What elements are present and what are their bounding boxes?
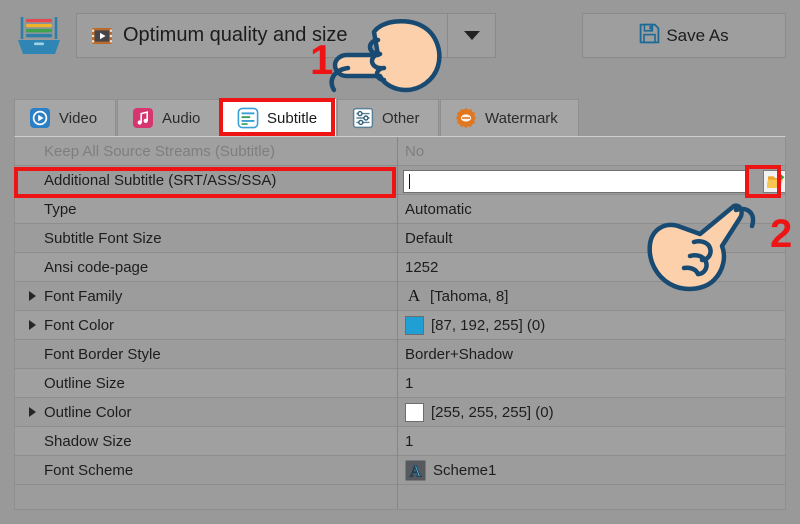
property-name-cell: Type xyxy=(15,195,397,223)
property-value-cell[interactable]: No xyxy=(397,137,785,165)
property-name-cell: Font Family xyxy=(15,282,397,310)
tab-other-label: Other xyxy=(382,109,420,127)
watermark-badge-icon xyxy=(455,107,477,129)
toolbar: Optimum quality and size Save As xyxy=(0,0,800,72)
table-row[interactable]: Outline Size 1 xyxy=(15,369,785,398)
property-value: 1252 xyxy=(405,258,439,276)
tab-video[interactable]: Video xyxy=(14,99,116,136)
preset-dropdown[interactable]: Optimum quality and size xyxy=(76,13,496,58)
property-label: Type xyxy=(44,200,77,218)
browse-subtitle-file-button[interactable] xyxy=(763,170,785,193)
table-row[interactable]: Font Border Style Border+Shadow xyxy=(15,340,785,369)
table-row[interactable]: Font Scheme A Scheme1 xyxy=(15,456,785,485)
property-name-cell: Font Color xyxy=(15,311,397,339)
preset-dropdown-arrow[interactable] xyxy=(447,14,495,57)
tab-subtitle-label: Subtitle xyxy=(267,109,318,127)
property-label: Subtitle Font Size xyxy=(44,229,162,247)
tab-bar: Video Audio Subtitle Other Watermark xyxy=(14,99,786,136)
property-name-cell: Outline Size xyxy=(15,369,397,397)
table-row[interactable]: Font Family A [Tahoma, 8] xyxy=(15,282,785,311)
table-row[interactable]: Type Automatic xyxy=(15,195,785,224)
property-name-cell: Subtitle Font Size xyxy=(15,224,397,252)
property-value: No xyxy=(405,142,425,160)
property-label: Font Family xyxy=(44,287,123,305)
property-value-cell[interactable]: 1 xyxy=(397,369,785,397)
property-label: Outline Size xyxy=(44,374,125,392)
property-value: 1 xyxy=(405,374,414,392)
property-value-cell[interactable]: Border+Shadow xyxy=(397,340,785,368)
music-note-icon xyxy=(132,107,154,129)
tab-watermark-label: Watermark xyxy=(485,109,558,127)
property-label: Additional Subtitle (SRT/ASS/SSA) xyxy=(44,171,277,189)
expand-arrow-icon[interactable] xyxy=(29,407,36,417)
chevron-down-icon xyxy=(463,31,480,40)
property-name-cell: Keep All Source Streams (Subtitle) xyxy=(15,137,397,165)
property-value-cell[interactable]: Automatic xyxy=(397,195,785,223)
color-swatch[interactable] xyxy=(405,315,424,335)
floppy-disk-save-icon xyxy=(639,23,660,49)
font-letter-icon: A xyxy=(407,286,421,305)
property-value-cell[interactable]: 1252 xyxy=(397,253,785,281)
property-value: [255, 255, 255] (0) xyxy=(431,403,554,421)
property-label: Shadow Size xyxy=(44,432,132,450)
table-row[interactable]: Ansi code-page 1252 xyxy=(15,253,785,282)
property-label: Font Border Style xyxy=(44,345,161,363)
property-name-cell: Ansi code-page xyxy=(15,253,397,281)
property-value-cell[interactable]: [255, 255, 255] (0) xyxy=(397,398,785,426)
expand-arrow-icon[interactable] xyxy=(29,320,36,330)
inbox-tray-icon xyxy=(14,12,64,60)
save-as-button[interactable]: Save As xyxy=(582,13,786,58)
sliders-icon xyxy=(352,107,374,129)
property-value-cell[interactable]: 1 xyxy=(397,427,785,455)
property-label: Outline Color xyxy=(44,403,132,421)
tab-other[interactable]: Other xyxy=(337,99,439,136)
application-window: Optimum quality and size Save As Video A… xyxy=(0,0,800,524)
table-row[interactable]: Outline Color [255, 255, 255] (0) xyxy=(15,398,785,427)
property-name-cell: Outline Color xyxy=(15,398,397,426)
svg-text:A: A xyxy=(409,461,422,480)
property-label: Keep All Source Streams (Subtitle) xyxy=(44,142,275,160)
film-strip-play-icon xyxy=(91,25,113,47)
property-value: Automatic xyxy=(405,200,472,218)
table-row[interactable]: Subtitle Font Size Default xyxy=(15,224,785,253)
property-value-cell[interactable]: Default xyxy=(397,224,785,252)
tab-subtitle[interactable]: Subtitle xyxy=(222,99,336,136)
tab-watermark[interactable]: Watermark xyxy=(440,99,579,136)
property-name-cell: Font Border Style xyxy=(15,340,397,368)
table-row[interactable]: Additional Subtitle (SRT/ASS/SSA) xyxy=(15,166,785,195)
font-scheme-icon: A xyxy=(405,460,426,481)
property-name-cell: Shadow Size xyxy=(15,427,397,455)
property-name-cell: Additional Subtitle (SRT/ASS/SSA) xyxy=(15,166,397,194)
open-folder-import-icon xyxy=(766,173,784,188)
video-camera-icon xyxy=(29,107,51,129)
tab-audio-label: Audio xyxy=(162,109,201,127)
property-label: Font Scheme xyxy=(44,461,134,479)
preset-value-label: Optimum quality and size xyxy=(123,24,348,46)
color-swatch[interactable] xyxy=(405,402,424,422)
property-name-cell: Font Scheme xyxy=(15,456,397,484)
additional-subtitle-input[interactable] xyxy=(403,170,748,193)
property-value: Default xyxy=(405,229,453,247)
table-row[interactable]: Keep All Source Streams (Subtitle) No xyxy=(15,137,785,166)
subtitle-lines-icon xyxy=(237,107,259,129)
table-row[interactable]: Shadow Size 1 xyxy=(15,427,785,456)
column-divider xyxy=(397,137,398,509)
subtitle-properties-panel: Keep All Source Streams (Subtitle) No Ad… xyxy=(14,136,786,510)
property-label: Font Color xyxy=(44,316,115,334)
property-value: [Tahoma, 8] xyxy=(430,287,509,305)
table-row[interactable]: Font Color [87, 192, 255] (0) xyxy=(15,311,785,340)
property-value-cell[interactable]: [87, 192, 255] (0) xyxy=(397,311,785,339)
tab-video-label: Video xyxy=(59,109,98,127)
expand-arrow-icon[interactable] xyxy=(29,291,36,301)
property-label: Ansi code-page xyxy=(44,258,149,276)
tab-audio[interactable]: Audio xyxy=(117,99,221,136)
save-as-label: Save As xyxy=(666,25,729,45)
property-value: 1 xyxy=(405,432,414,450)
property-value-cell[interactable]: A Scheme1 xyxy=(397,456,785,484)
property-value-cell[interactable]: A [Tahoma, 8] xyxy=(397,282,785,310)
property-value: Border+Shadow xyxy=(405,345,513,363)
property-value: [87, 192, 255] (0) xyxy=(431,316,546,334)
text-caret xyxy=(409,174,410,189)
property-value: Scheme1 xyxy=(433,461,497,479)
